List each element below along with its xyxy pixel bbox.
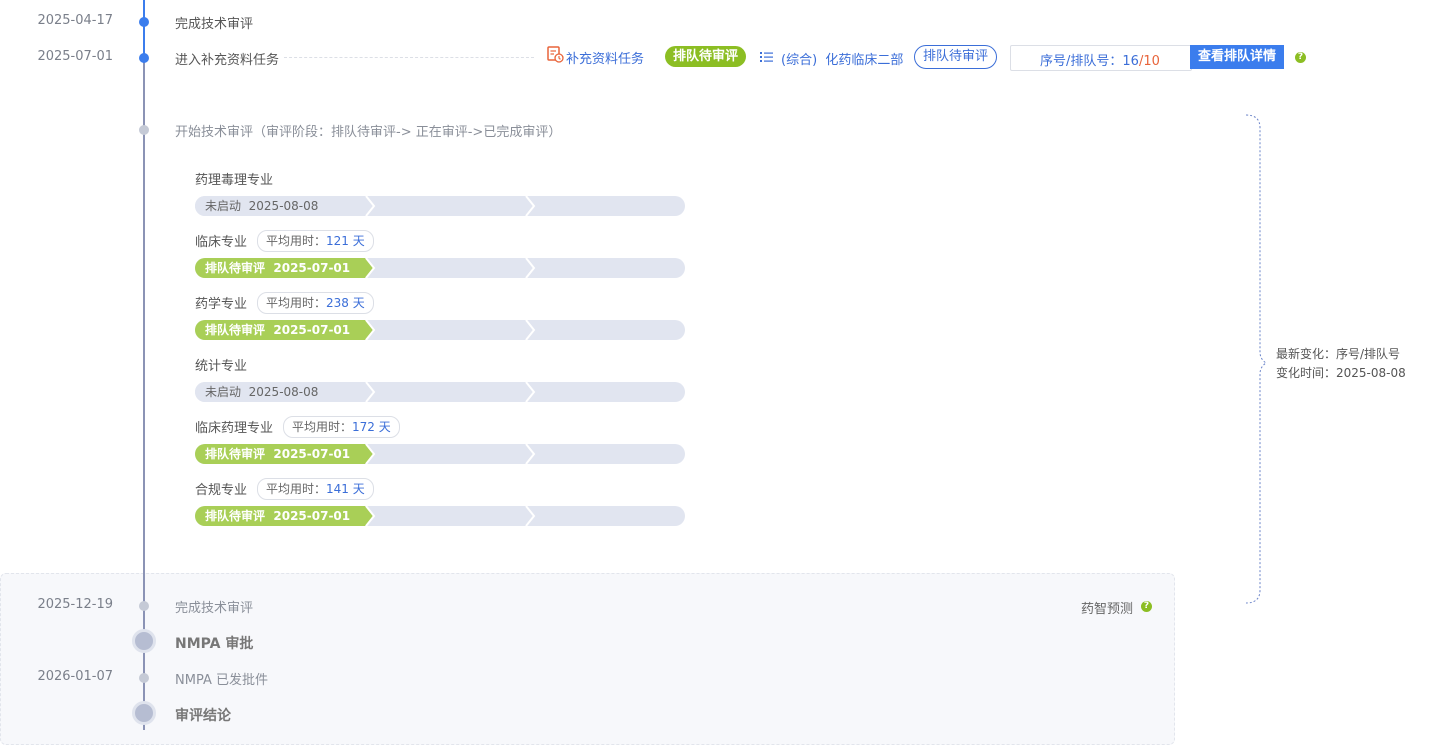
specialty-name: 药学专业 xyxy=(195,297,248,312)
specialty-name: 合规专业 xyxy=(195,483,248,498)
change-note: 最新变化：序号/排队号 变化时间：2025-08-08 xyxy=(1276,345,1406,383)
timeline-dot xyxy=(139,601,149,611)
chevron-separator xyxy=(365,382,376,402)
queue-current: 16 xyxy=(1122,54,1139,69)
avg-days: 141 天 xyxy=(326,482,365,496)
chevron-separator xyxy=(525,258,536,278)
chevron-separator xyxy=(365,506,376,526)
avg-label: 平均用时： xyxy=(266,482,327,496)
timeline-dot xyxy=(139,125,149,135)
status-badge: 排队待审评 xyxy=(665,46,747,67)
stage-status: 排队待审评 2025-07-01 xyxy=(205,506,350,526)
queue-box: 序号/排队号：16/10 xyxy=(1010,45,1192,71)
brace-icon xyxy=(1244,114,1267,604)
queue-total: 10 xyxy=(1143,54,1160,69)
queue-number: 序号/排队号：16/10 xyxy=(1040,50,1160,69)
stage-date: 2025-07-01 xyxy=(273,323,351,337)
review-stages: （审评阶段：排队待审评-> 正在审评->已完成审评） xyxy=(253,125,562,140)
stage-date: 2025-07-01 xyxy=(273,261,351,275)
supplement-task-link[interactable]: 补充资料任务 xyxy=(566,48,644,67)
specialty-name: 临床专业 xyxy=(195,235,248,250)
chevron-separator xyxy=(525,444,536,464)
chevron-separator xyxy=(365,320,376,340)
chevron-separator xyxy=(525,382,536,402)
stage-status: 未启动 2025-08-08 xyxy=(205,196,318,216)
leader-line xyxy=(284,57,534,58)
stage-status: 排队待审评 2025-07-01 xyxy=(205,444,350,464)
specialty-name: 药理毒理专业 xyxy=(195,173,274,188)
document-icon xyxy=(547,46,564,63)
stage-date: 2025-08-08 xyxy=(248,385,319,399)
timeline-line-active xyxy=(143,0,145,58)
stage-label: 排队待审评 xyxy=(205,323,266,337)
avg-time-badge: 平均用时：121 天 xyxy=(257,230,374,252)
department-prefix: (综合) xyxy=(781,53,818,68)
progress-bar: 未启动 2025-08-08 xyxy=(195,382,685,402)
stage-status: 排队待审评 2025-07-01 xyxy=(205,320,350,340)
phase-title: 审评结论 xyxy=(175,708,231,724)
change-time: 变化时间：2025-08-08 xyxy=(1276,366,1406,380)
chevron-separator xyxy=(525,196,536,216)
list-icon xyxy=(760,50,774,64)
event-label: 开始技术审评（审评阶段：排队待审评-> 正在审评->已完成审评） xyxy=(175,121,561,140)
department-name: 化药临床二部 xyxy=(825,53,904,68)
stage-status: 排队待审评 2025-07-01 xyxy=(205,258,350,278)
specialty-name: 临床药理专业 xyxy=(195,421,274,436)
event-title: 开始技术审评 xyxy=(175,125,254,140)
latest-change: 最新变化：序号/排队号 xyxy=(1276,347,1401,361)
timeline-dot xyxy=(139,17,149,27)
progress-bar: 排队待审评 2025-07-01 xyxy=(195,320,685,340)
department[interactable]: (综合) 化药临床二部 xyxy=(781,49,903,68)
avg-days: 121 天 xyxy=(326,234,365,248)
chevron-separator xyxy=(525,320,536,340)
timeline-dot xyxy=(139,53,149,63)
help-icon[interactable]: ? xyxy=(1295,52,1306,63)
event-label: 完成技术审评 xyxy=(175,601,254,616)
event-label: NMPA 已发批件 xyxy=(175,673,268,688)
chevron-separator xyxy=(365,444,376,464)
progress-bar: 未启动 2025-08-08 xyxy=(195,196,685,216)
help-icon[interactable]: ? xyxy=(1141,601,1152,612)
stage-label: 未启动 xyxy=(205,385,242,399)
event-date: 2025-07-01 xyxy=(37,49,113,64)
avg-days: 172 天 xyxy=(352,420,391,434)
stage-date: 2025-07-01 xyxy=(273,447,351,461)
stage-label: 排队待审评 xyxy=(205,509,266,523)
phase-title: NMPA 审批 xyxy=(175,636,254,652)
stage-status: 未启动 2025-08-08 xyxy=(205,382,318,402)
avg-days: 238 天 xyxy=(326,296,365,310)
queue-label: 序号/排队号： xyxy=(1040,54,1123,69)
avg-time-badge: 平均用时：141 天 xyxy=(257,478,374,500)
status-outline-badge: 排队待审评 xyxy=(914,45,998,69)
avg-time-badge: 平均用时：172 天 xyxy=(283,416,400,438)
phase-dot xyxy=(132,701,156,725)
progress-bar: 排队待审评 2025-07-01 xyxy=(195,444,685,464)
prediction-label: 药智预测 xyxy=(1081,602,1134,617)
stage-label: 排队待审评 xyxy=(205,261,266,275)
avg-label: 平均用时： xyxy=(266,296,327,310)
stage-date: 2025-08-08 xyxy=(248,199,319,213)
stage-label: 未启动 xyxy=(205,199,242,213)
view-queue-button[interactable]: 查看排队详情 xyxy=(1190,45,1285,69)
event-label: 进入补充资料任务 xyxy=(175,53,280,68)
avg-time-badge: 平均用时：238 天 xyxy=(257,292,374,314)
avg-label: 平均用时： xyxy=(266,234,327,248)
timeline-dot xyxy=(139,673,149,683)
event-date: 2025-12-19 xyxy=(37,597,113,612)
chevron-separator xyxy=(365,196,376,216)
stage-label: 排队待审评 xyxy=(205,447,266,461)
chevron-separator xyxy=(525,506,536,526)
event-date: 2026-01-07 xyxy=(37,669,113,684)
progress-bar: 排队待审评 2025-07-01 xyxy=(195,258,685,278)
stage-date: 2025-07-01 xyxy=(273,509,351,523)
progress-bar: 排队待审评 2025-07-01 xyxy=(195,506,685,526)
phase-dot xyxy=(132,629,156,653)
chevron-separator xyxy=(365,258,376,278)
event-date: 2025-04-17 xyxy=(37,13,113,28)
specialty-name: 统计专业 xyxy=(195,359,248,374)
avg-label: 平均用时： xyxy=(292,420,353,434)
event-label: 完成技术审评 xyxy=(175,17,254,32)
